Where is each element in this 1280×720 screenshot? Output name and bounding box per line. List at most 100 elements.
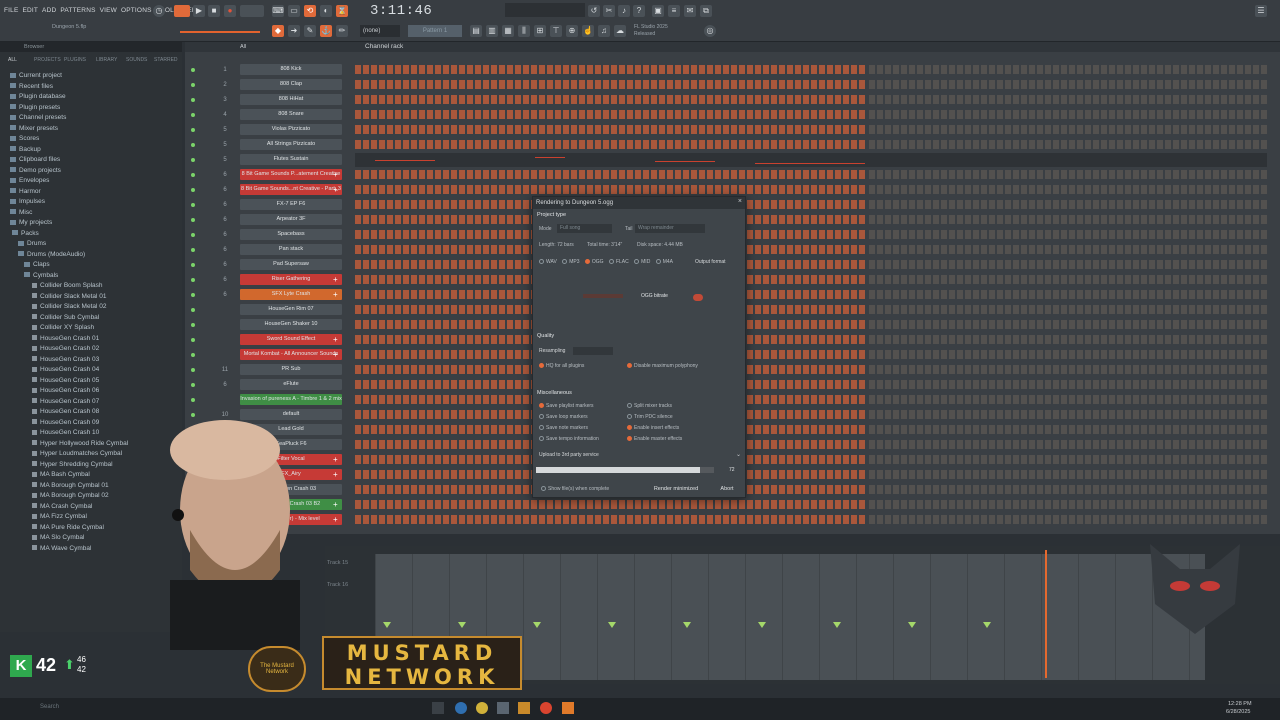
channel-mixer-track[interactable]: 5 [215, 139, 235, 151]
playhead[interactable] [1045, 550, 1047, 678]
channel-mute-led[interactable] [191, 233, 195, 237]
plus-icon[interactable]: + [333, 349, 338, 361]
browser-item[interactable]: HouseGen Crash 05 [32, 377, 99, 384]
browser-item[interactable]: Current project [10, 72, 62, 79]
step-sequencer-dim[interactable] [869, 80, 1269, 89]
browser-item[interactable]: Mixer presets [10, 125, 58, 132]
taskbar-app-icon[interactable] [540, 702, 552, 714]
cut-icon[interactable]: ✂ [603, 5, 615, 17]
browser-tab-library[interactable]: LIBRARY [96, 57, 117, 63]
channel-mute-led[interactable] [191, 293, 195, 297]
playlist-clip[interactable] [455, 622, 469, 634]
channel-mixer-track[interactable]: 6 [215, 244, 235, 256]
step-sequencer-dim[interactable] [869, 335, 1269, 344]
step-sequencer-dim[interactable] [869, 185, 1269, 194]
step-sequencer-dim[interactable] [869, 95, 1269, 104]
browser-item[interactable]: MA Wave Cymbal [32, 545, 91, 552]
countdown-icon[interactable]: ⌛ [336, 5, 348, 17]
step-sequencer-dim[interactable] [869, 365, 1269, 374]
browser-tab-plugins[interactable]: PLUGINS [64, 57, 86, 63]
browser-tab-starred[interactable]: STARRED [154, 57, 178, 63]
browser-item[interactable]: Collider Boom Splash [32, 282, 103, 289]
browser-item[interactable]: Hyper Hollywood Ride Cymbal [32, 440, 128, 447]
step-sequencer-dim[interactable] [869, 200, 1269, 209]
news-icon[interactable]: ◎ [704, 25, 716, 37]
step-sequencer-dim[interactable] [869, 425, 1269, 434]
channel-mixer-track[interactable]: 6 [215, 199, 235, 211]
chat-icon[interactable]: ✉ [684, 5, 696, 17]
step-sequencer-dim[interactable] [869, 305, 1269, 314]
channel-mute-led[interactable] [191, 278, 195, 282]
channel-name-button[interactable]: Invasion of pureness A - Timbre 1 & 2 mi… [240, 394, 342, 405]
channel-mute-led[interactable] [191, 203, 195, 207]
taskbar-app-icon[interactable] [432, 702, 444, 714]
browser-item[interactable]: MA Slo Cymbal [32, 534, 84, 541]
step-sequencer-dim[interactable] [869, 485, 1269, 494]
abort-button[interactable]: Abort [713, 484, 741, 494]
step-sequencer[interactable] [355, 65, 867, 74]
channel-name-button[interactable]: 8 Bit Game Sounds...nt Creative - Part_3 [240, 184, 342, 195]
playlist-clip[interactable] [680, 622, 694, 634]
channel-mute-led[interactable] [191, 368, 195, 372]
browser-item[interactable]: HouseGen Crash 04 [32, 366, 99, 373]
plugin-icon[interactable]: ⧉ [700, 5, 712, 17]
step-sequencer-dim[interactable] [869, 215, 1269, 224]
step-sequencer-dim[interactable] [869, 395, 1269, 404]
browser-item[interactable]: HouseGen Crash 07 [32, 398, 99, 405]
close-icon[interactable]: × [738, 198, 742, 205]
step-sequencer[interactable] [355, 515, 867, 524]
step-sequencer-dim[interactable] [869, 440, 1269, 449]
channel-mute-led[interactable] [191, 128, 195, 132]
mode-select[interactable]: (none) [360, 25, 400, 37]
channel-mixer-track[interactable]: 6 [215, 379, 235, 391]
browser-item[interactable]: Channel presets [10, 114, 66, 121]
format-mid[interactable]: MID [634, 259, 650, 265]
pencil-icon[interactable]: ✏ [336, 25, 348, 37]
loop-record-icon[interactable]: ⟲ [304, 5, 316, 17]
channel-mixer-track[interactable]: 6 [215, 184, 235, 196]
browser-item[interactable]: Plugin database [10, 93, 66, 100]
browser-item[interactable]: Drums [18, 240, 46, 247]
playlist-clip[interactable] [530, 622, 544, 634]
channel-mute-led[interactable] [191, 398, 195, 402]
plus-icon[interactable]: + [333, 274, 338, 286]
browser-icon[interactable]: ⊞ [534, 25, 546, 37]
arrow-right-icon[interactable]: ➜ [288, 25, 300, 37]
channel-name-button[interactable]: 808 Kick [240, 64, 342, 75]
master-volume-slider[interactable] [180, 31, 260, 33]
channel-mixer-track[interactable]: 6 [215, 214, 235, 226]
browser-item[interactable]: HouseGen Crash 01 [32, 335, 99, 342]
tree-icon[interactable]: ⊤ [550, 25, 562, 37]
audio-icon[interactable]: ♫ [598, 25, 610, 37]
browser-item[interactable]: My projects [10, 219, 52, 226]
channel-name-button[interactable]: Pan stack [240, 244, 342, 255]
channel-rack-icon[interactable]: ▦ [502, 25, 514, 37]
browser-item[interactable]: Harmor [10, 188, 41, 195]
browser-item[interactable]: Packs [12, 230, 39, 237]
playlist-clip[interactable] [755, 622, 769, 634]
step-sequencer-dim[interactable] [869, 275, 1269, 284]
mp3-bitrate-slider[interactable] [583, 294, 623, 298]
browser-item[interactable]: MA Borough Cymbal 02 [32, 492, 109, 499]
help-icon[interactable]: ? [633, 5, 645, 17]
resampling-dropdown[interactable] [573, 347, 613, 355]
channel-name-button[interactable]: 808 Clap [240, 79, 342, 90]
channel-name-button[interactable]: HouseGen Shaker 10 [240, 319, 342, 330]
mode-dropdown[interactable]: Full song [557, 224, 612, 233]
browser-item[interactable]: MA Fizz Cymbal [32, 513, 87, 520]
channel-mute-led[interactable] [191, 83, 195, 87]
channel-mixer-track[interactable]: 6 [215, 274, 235, 286]
save-icon[interactable]: ▣ [652, 5, 664, 17]
browser-tab-projects[interactable]: PROJECTS [34, 57, 61, 63]
menu-edit[interactable]: EDIT [22, 7, 38, 14]
channel-mute-led[interactable] [191, 338, 195, 342]
step-sequencer-dim[interactable] [869, 170, 1269, 179]
typing-keyboard-icon[interactable]: ⌨ [272, 5, 284, 17]
save-loop-markers-option[interactable]: Save loop markers [539, 414, 588, 420]
step-sequencer-dim[interactable] [869, 470, 1269, 479]
browser-item[interactable]: HouseGen Crash 06 [32, 387, 99, 394]
enable-insert-effects-option[interactable]: Enable insert effects [627, 425, 679, 431]
channel-mute-led[interactable] [191, 263, 195, 267]
play-icon[interactable]: ▶ [193, 5, 205, 17]
channel-mute-led[interactable] [191, 323, 195, 327]
